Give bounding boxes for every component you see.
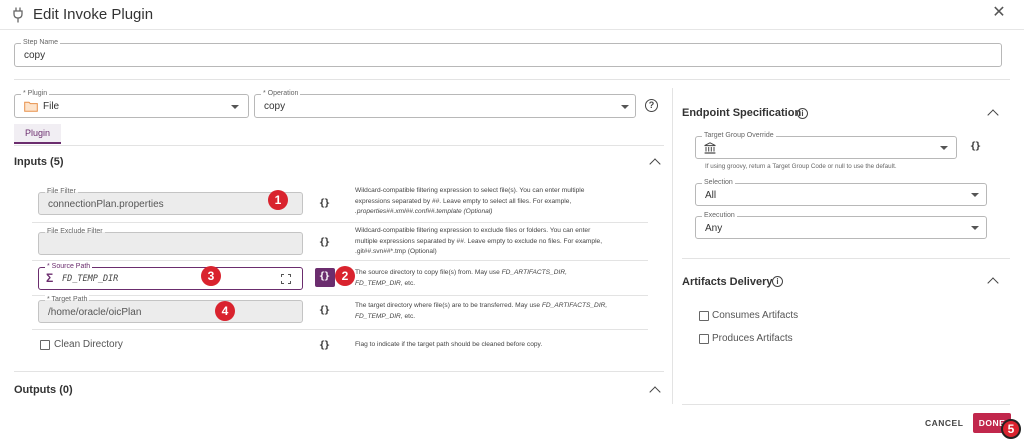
target-path-input[interactable]: * Target Path /home/oracle/oicPlan <box>38 295 303 323</box>
edit-invoke-plugin-dialog: Edit Invoke Plugin ✕ Step Name copy * Pl… <box>0 0 1024 443</box>
fullscreen-icon[interactable] <box>281 274 291 284</box>
tab-divider <box>14 145 664 146</box>
dialog-title: Edit Invoke Plugin <box>33 6 154 23</box>
operation-label: * Operation <box>261 89 301 99</box>
file-filter-description: Wildcard-compatible filtering expression… <box>355 187 585 215</box>
target-group-hint: If using groovy, return a Target Group C… <box>705 163 897 170</box>
expression-toggle-button-active[interactable]: {} <box>315 268 335 287</box>
chevron-down-icon <box>231 105 239 109</box>
selection-select[interactable]: Selection All <box>695 178 987 206</box>
step-name-value: copy <box>24 50 46 61</box>
sigma-icon: Σ <box>46 271 54 285</box>
clean-directory-label: Clean Directory <box>54 339 123 350</box>
section-divider <box>14 371 664 372</box>
selection-label: Selection <box>702 178 735 188</box>
chevron-up-icon[interactable] <box>987 277 999 289</box>
bank-icon <box>704 142 716 154</box>
step-badge-2: 2 <box>335 266 355 286</box>
produces-artifacts-label: Produces Artifacts <box>712 333 793 344</box>
row-divider <box>32 222 648 223</box>
plugin-label: * Plugin <box>21 89 50 99</box>
clean-directory-description: Flag to indicate if the target path shou… <box>355 341 543 348</box>
inputs-section-title: Inputs (5) <box>14 156 64 168</box>
file-exclude-filter-description: Wildcard-compatible filtering expression… <box>355 227 603 255</box>
step-badge-3: 3 <box>201 266 221 286</box>
source-path-value: FD_TEMP_DIR <box>62 274 119 284</box>
operation-select[interactable]: * Operation copy <box>254 89 636 118</box>
dialog-header: Edit Invoke Plugin ✕ <box>0 0 1024 30</box>
braces-icon: {} <box>319 271 330 282</box>
artifacts-section-title: Artifacts Delivery <box>682 276 773 288</box>
info-icon[interactable]: i <box>772 276 783 287</box>
chevron-up-icon[interactable] <box>649 386 661 398</box>
produces-artifacts-checkbox[interactable] <box>699 334 709 344</box>
consumes-artifacts-checkbox[interactable] <box>699 311 709 321</box>
info-icon[interactable]: i <box>797 108 808 119</box>
step-badge-5: 5 <box>1001 419 1021 439</box>
cancel-button[interactable]: CANCEL <box>925 418 963 428</box>
target-path-label: * Target Path <box>45 295 90 305</box>
file-exclude-filter-label: File Exclude Filter <box>45 227 105 237</box>
target-path-value: /home/oracle/oicPlan <box>48 307 142 318</box>
close-icon[interactable]: ✕ <box>990 4 1008 22</box>
footer-divider <box>682 404 1010 405</box>
target-path-description: The target directory where file(s) are t… <box>355 302 608 320</box>
source-path-description: The source directory to copy file(s) fro… <box>355 269 567 287</box>
source-path-input[interactable]: * Source Path Σ FD_TEMP_DIR <box>38 262 303 290</box>
folder-icon <box>24 101 38 112</box>
step-badge-1: 1 <box>268 190 288 210</box>
expression-toggle-button[interactable]: {} <box>319 198 330 209</box>
expression-toggle-button[interactable]: {} <box>970 141 981 152</box>
step-name-label: Step Name <box>21 38 61 48</box>
target-group-override-label: Target Group Override <box>702 131 776 141</box>
file-filter-value: connectionPlan.properties <box>48 199 164 210</box>
chevron-down-icon <box>971 193 979 197</box>
operation-value: copy <box>264 101 286 112</box>
row-divider <box>32 295 648 296</box>
plug-icon <box>13 7 23 23</box>
target-group-override-select[interactable]: Target Group Override <box>695 131 957 159</box>
help-icon[interactable]: ? <box>645 99 658 112</box>
expression-toggle-button[interactable]: {} <box>319 340 330 351</box>
expression-toggle-button[interactable]: {} <box>319 305 330 316</box>
execution-label: Execution <box>702 211 737 221</box>
plugin-value: File <box>43 101 60 112</box>
consumes-artifacts-label: Consumes Artifacts <box>712 310 799 321</box>
divider <box>14 79 1010 80</box>
step-badge-4: 4 <box>215 301 235 321</box>
selection-value: All <box>705 190 717 201</box>
execution-select[interactable]: Execution Any <box>695 211 987 239</box>
outputs-section-title: Outputs (0) <box>14 384 73 396</box>
execution-value: Any <box>705 223 723 234</box>
plugin-select[interactable]: * Plugin File <box>14 89 249 118</box>
step-name-field[interactable]: Step Name copy <box>14 38 1002 67</box>
chevron-up-icon[interactable] <box>987 109 999 121</box>
row-divider <box>32 260 648 261</box>
file-filter-input[interactable]: File Filter connectionPlan.properties <box>38 187 303 215</box>
panel-divider <box>672 88 673 404</box>
chevron-down-icon <box>971 226 979 230</box>
chevron-down-icon <box>621 105 629 109</box>
row-divider <box>32 329 648 330</box>
chevron-down-icon <box>940 146 948 150</box>
tab-plugin[interactable]: Plugin <box>14 124 61 144</box>
clean-directory-checkbox[interactable] <box>40 340 50 350</box>
section-divider <box>682 258 1010 259</box>
file-exclude-filter-input[interactable]: File Exclude Filter <box>38 227 303 255</box>
file-filter-label: File Filter <box>45 187 78 197</box>
chevron-up-icon[interactable] <box>649 158 661 170</box>
expression-toggle-button[interactable]: {} <box>319 237 330 248</box>
endpoint-section-title: Endpoint Specification <box>682 107 802 119</box>
